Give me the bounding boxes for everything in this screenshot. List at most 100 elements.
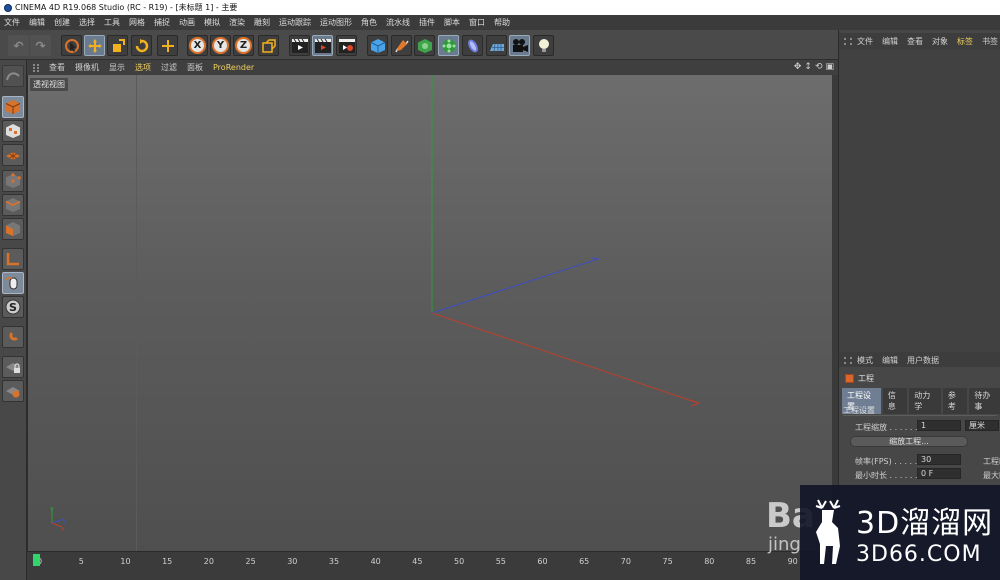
workplane-mode-icon[interactable]	[2, 144, 24, 166]
view-orientation-gizmo: y z x	[50, 506, 66, 533]
menu-plugins[interactable]: 插件	[419, 17, 435, 28]
render-settings-icon[interactable]	[336, 35, 357, 56]
texture-mode-icon[interactable]	[2, 120, 24, 142]
x-axis-lock-button[interactable]: X	[187, 35, 208, 56]
viewport-menu-cameras[interactable]: 摄像机	[75, 62, 99, 73]
edges-mode-icon[interactable]	[2, 194, 24, 216]
om-menu-tags[interactable]: 标签	[957, 36, 973, 47]
render-to-picture-viewer-icon[interactable]	[312, 35, 333, 56]
perspective-viewport[interactable]: 透视视图 y z x	[27, 75, 838, 551]
am-menu-edit[interactable]: 编辑	[882, 355, 898, 366]
om-menu-objects[interactable]: 对象	[932, 36, 948, 47]
menu-character[interactable]: 角色	[361, 17, 377, 28]
timeline-current-frame-marker[interactable]	[33, 554, 40, 566]
undo-icon[interactable]: ↶	[8, 35, 29, 56]
tab-dynamics[interactable]: 动力学	[909, 388, 941, 414]
menu-sculpt[interactable]: 雕刻	[254, 17, 270, 28]
move-tool-icon[interactable]	[84, 35, 105, 56]
project-scale-unit-select[interactable]: 厘米	[965, 420, 999, 431]
menu-file[interactable]: 文件	[4, 17, 20, 28]
scale-tool-icon[interactable]	[107, 35, 128, 56]
menu-snap[interactable]: 捕捉	[154, 17, 170, 28]
minimum-time-input[interactable]: 0 F	[917, 468, 961, 479]
cube-primitive-icon[interactable]	[367, 35, 388, 56]
axis-mode-icon[interactable]	[2, 248, 24, 270]
pen-spline-icon[interactable]	[391, 35, 412, 56]
render-view-icon[interactable]	[289, 35, 310, 56]
tab-todo[interactable]: 待办事	[969, 388, 1000, 414]
toggle-layout-icon[interactable]: ▣	[825, 62, 834, 72]
light-icon[interactable]	[533, 35, 554, 56]
points-mode-icon[interactable]	[2, 170, 24, 192]
svg-text:S: S	[9, 301, 17, 314]
svg-text:x: x	[61, 526, 65, 533]
main-toolbar: ↶ ↷ X Y Z	[0, 30, 838, 60]
model-mode-icon[interactable]	[2, 96, 24, 118]
menu-script[interactable]: 脚本	[444, 17, 460, 28]
menu-pipeline[interactable]: 流水线	[386, 17, 410, 28]
om-menu-edit[interactable]: 编辑	[882, 36, 898, 47]
viewport-menu-panel[interactable]: 面板	[187, 62, 203, 73]
object-list[interactable]	[839, 50, 1000, 353]
redo-icon[interactable]: ↷	[30, 35, 51, 56]
camera-icon[interactable]	[509, 35, 530, 56]
om-menu-view[interactable]: 查看	[907, 36, 923, 47]
recent-tool-icon[interactable]	[157, 35, 178, 56]
viewport-menu-options[interactable]: 选项	[135, 62, 151, 73]
menu-edit[interactable]: 编辑	[29, 17, 45, 28]
menu-tools[interactable]: 工具	[104, 17, 120, 28]
zoom-view-icon[interactable]: ↕	[804, 62, 812, 72]
menu-render[interactable]: 渲染	[229, 17, 245, 28]
om-menu-file[interactable]: 文件	[857, 36, 873, 47]
cloner-icon[interactable]	[438, 35, 459, 56]
workplane-grid-icon[interactable]	[2, 380, 24, 402]
project-scale-input[interactable]: 1	[917, 420, 961, 431]
snap-icon[interactable]	[2, 326, 24, 348]
menu-help[interactable]: 帮助	[494, 17, 510, 28]
make-editable-icon[interactable]	[2, 65, 24, 87]
am-menu-user-data[interactable]: 用户数据	[907, 355, 939, 366]
subdivision-surface-icon[interactable]	[414, 35, 435, 56]
window-title: CINEMA 4D R19.068 Studio (RC - R19) - [未…	[15, 3, 238, 12]
menu-create[interactable]: 创建	[54, 17, 70, 28]
viewport-nav-controls: ✥ ↕ ⟲ ▣	[794, 62, 834, 72]
timeline-tick-label: 35	[328, 557, 340, 566]
menu-animate[interactable]: 动画	[179, 17, 195, 28]
tweak-mode-icon[interactable]	[2, 272, 24, 294]
svg-text:y: y	[50, 506, 54, 513]
menu-window[interactable]: 窗口	[469, 17, 485, 28]
om-menu-bookmarks[interactable]: 书签	[982, 36, 998, 47]
menu-motion-tracking[interactable]: 运动跟踪	[279, 17, 311, 28]
tab-referencing[interactable]: 参考	[942, 388, 968, 414]
maximum-time-label: 最大时	[983, 471, 1000, 480]
floor-scene-icon[interactable]	[486, 35, 507, 56]
timeline-ruler[interactable]: 051015202530354045505560657075808590	[27, 554, 838, 568]
viewport-menu-view[interactable]: 查看	[49, 62, 65, 73]
scale-project-button[interactable]: 缩放工程...	[850, 436, 968, 447]
tab-info[interactable]: 信息	[882, 388, 908, 414]
menu-mograph[interactable]: 运动图形	[320, 17, 352, 28]
menu-select[interactable]: 选择	[79, 17, 95, 28]
timeline-tick-label: 50	[454, 557, 465, 566]
viewport-menu-prorender[interactable]: ProRender	[213, 63, 254, 72]
timeline-tick-label: 45	[412, 557, 423, 566]
menu-mesh[interactable]: 网格	[129, 17, 145, 28]
z-axis-lock-button[interactable]: Z	[233, 35, 254, 56]
live-select-icon[interactable]	[61, 35, 82, 56]
viewport-menu-filter[interactable]: 过滤	[161, 62, 177, 73]
timeline[interactable]: 051015202530354045505560657075808590	[27, 551, 838, 580]
rotate-view-icon[interactable]: ⟲	[815, 62, 823, 72]
solo-mode-icon[interactable]: S	[2, 296, 24, 318]
workplane-lock-icon[interactable]	[2, 356, 24, 378]
pan-view-icon[interactable]: ✥	[794, 62, 802, 72]
coordinate-system-icon[interactable]	[258, 35, 279, 56]
y-axis-lock-button[interactable]: Y	[210, 35, 231, 56]
rotate-tool-icon[interactable]	[131, 35, 152, 56]
am-menu-mode[interactable]: 模式	[857, 355, 873, 366]
viewport-menu-display[interactable]: 显示	[109, 62, 125, 73]
deformer-icon[interactable]	[462, 35, 483, 56]
polygons-mode-icon[interactable]	[2, 218, 24, 240]
fps-input[interactable]: 30	[917, 454, 961, 465]
menu-simulate[interactable]: 模拟	[204, 17, 220, 28]
timeline-tick-label: 30	[287, 557, 298, 566]
